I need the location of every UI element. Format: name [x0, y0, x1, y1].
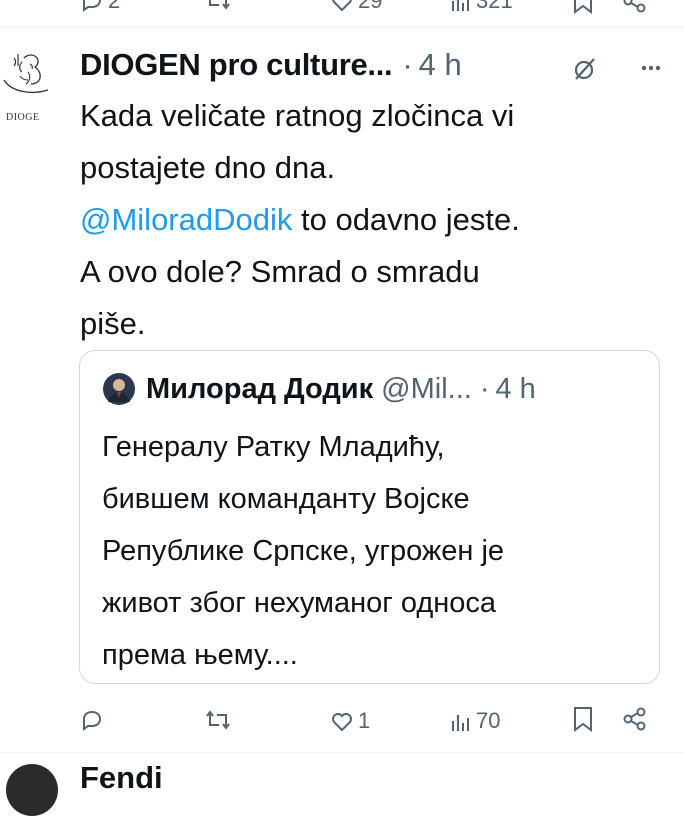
reply-icon [80, 0, 104, 13]
views-button[interactable]: 70 [450, 708, 500, 734]
separator: · [402, 47, 413, 82]
next-tweet-avatar[interactable] [6, 764, 58, 816]
views-icon [450, 709, 472, 733]
quoted-line-5: према њему.... [102, 639, 298, 671]
reply-button[interactable] [80, 708, 108, 732]
retweet-icon [205, 0, 231, 12]
next-tweet-display-name[interactable]: Fendi [80, 760, 163, 796]
quoted-line-1: Генералу Ратку Младићу, [102, 431, 445, 463]
reply-button-previous[interactable]: 2 [80, 0, 120, 14]
retweet-button-previous[interactable] [205, 0, 231, 12]
views-button-previous[interactable]: 321 [450, 0, 513, 14]
like-count: 1 [358, 708, 371, 733]
tweet-divider-top [0, 26, 684, 27]
display-name[interactable]: DIOGEN pro culture... [80, 47, 393, 83]
retweet-button[interactable] [205, 708, 235, 732]
tweet-line-4: A ovo dole? Smrad o smradu [80, 254, 480, 289]
views-count: 70 [476, 708, 501, 733]
grok-icon[interactable] [571, 55, 599, 83]
quoted-line-2: бившем команданту Војске [102, 483, 470, 515]
more-options-icon[interactable] [641, 64, 661, 72]
tweet-divider-bottom [0, 752, 684, 753]
tweet-line-1: Kada veličate ratnog zločinca vi [80, 98, 515, 133]
avatar-logo-text: DIOGE [6, 112, 40, 123]
mention-link[interactable]: @MiloradDodik [80, 202, 292, 237]
quoted-tweet[interactable]: Милорад Додик @Mil... · 4 h Генералу Рат… [79, 350, 660, 684]
timestamp[interactable]: 4 h [419, 47, 462, 83]
tweet-line-3-rest: to odavno jeste. [292, 202, 520, 237]
bookmark-icon[interactable] [572, 0, 594, 14]
quoted-line-4: живот због нехуманог односа [102, 587, 497, 619]
reply-count: 2 [108, 0, 121, 13]
tweet-header: DIOGEN pro culture... · 4 h [80, 42, 462, 88]
quoted-display-name[interactable]: Милорад Додик [146, 373, 373, 406]
share-icon[interactable] [622, 0, 648, 14]
avatar[interactable]: DIOGE [0, 50, 64, 130]
like-count: 29 [358, 0, 383, 13]
like-button-previous[interactable]: 29 [330, 0, 382, 14]
quoted-separator: · [479, 372, 490, 405]
bookmark-icon[interactable] [572, 706, 594, 732]
reply-icon [80, 708, 104, 732]
quoted-avatar[interactable] [102, 372, 136, 406]
heart-icon [330, 0, 354, 13]
tweet-body: Kada veličate ratnog zločinca vi postaje… [80, 90, 660, 350]
retweet-icon [205, 708, 231, 732]
tweet-line-3: @MiloradDodik to odavno jeste. [80, 194, 660, 246]
tweet-line-2: postajete dno dna. [80, 150, 336, 185]
share-icon[interactable] [622, 706, 648, 732]
views-icon [450, 0, 472, 13]
tweet-action-bar: 1 70 [0, 706, 684, 736]
quoted-timestamp[interactable]: 4 h [495, 373, 535, 406]
heart-icon [330, 709, 354, 733]
quoted-handle[interactable]: @Mil... [381, 373, 472, 406]
quoted-tweet-body: Генералу Ратку Младићу, бившем командант… [102, 421, 642, 681]
tweet-line-5: piše. [80, 306, 146, 341]
quoted-tweet-header: Милорад Додик @Mil... · 4 h [102, 369, 536, 409]
quoted-line-3: Републике Српске, угрожен је [102, 535, 505, 567]
previous-tweet-action-bar: 2 29 321 [0, 0, 684, 14]
views-count: 321 [476, 0, 513, 13]
like-button[interactable]: 1 [330, 708, 370, 734]
